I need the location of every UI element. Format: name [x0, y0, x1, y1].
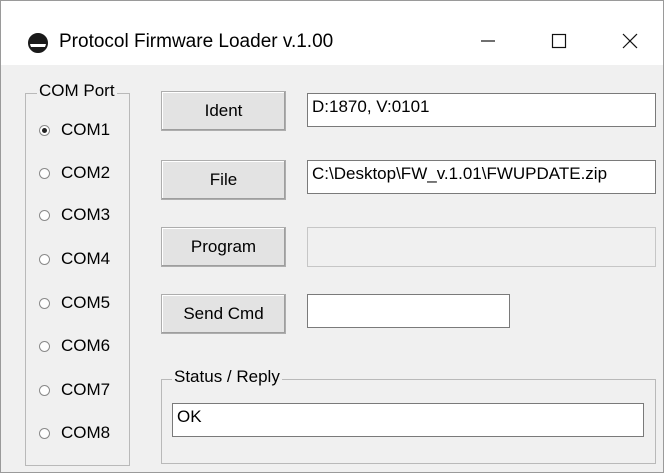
com-port-group [25, 93, 130, 466]
radio-button[interactable] [39, 427, 50, 439]
program-button[interactable]: Program [161, 227, 286, 267]
radio-button-selected[interactable] [39, 124, 50, 136]
status-reply-field[interactable]: OK [172, 403, 644, 437]
radio-label: COM1 [61, 120, 111, 139]
app-icon [28, 33, 48, 53]
ident-result-field[interactable]: D:1870, V:0101 [307, 93, 656, 127]
radio-label: COM4 [61, 249, 111, 268]
radio-button[interactable] [39, 340, 50, 352]
radio-label: COM6 [61, 336, 111, 355]
radio-com5[interactable]: COM5 [39, 291, 110, 315]
app-window: Protocol Firmware Loader v.1.00 COM Port… [0, 0, 664, 473]
program-progress-field [307, 227, 656, 267]
radio-label: COM2 [61, 163, 111, 182]
radio-button[interactable] [39, 209, 50, 221]
radio-label: COM8 [61, 423, 111, 442]
close-button[interactable] [609, 23, 651, 59]
file-button[interactable]: File [161, 160, 286, 200]
minimize-button[interactable] [467, 23, 509, 59]
radio-com6[interactable]: COM6 [39, 334, 110, 358]
radio-button[interactable] [39, 167, 50, 179]
ident-button[interactable]: Ident [161, 91, 286, 131]
close-icon [622, 33, 638, 49]
radio-button[interactable] [39, 297, 50, 309]
file-path-field[interactable]: C:\Desktop\FW_v.1.01\FWUPDATE.zip [307, 160, 656, 194]
window-title: Protocol Firmware Loader v.1.00 [59, 31, 334, 52]
send-cmd-button[interactable]: Send Cmd [161, 294, 286, 334]
maximize-icon [551, 33, 567, 49]
radio-label: COM5 [61, 293, 111, 312]
radio-button[interactable] [39, 253, 50, 265]
radio-com4[interactable]: COM4 [39, 247, 110, 271]
radio-label: COM3 [61, 205, 111, 224]
status-reply-legend: Status / Reply [172, 367, 282, 387]
radio-button[interactable] [39, 384, 50, 396]
title-bar[interactable]: Protocol Firmware Loader v.1.00 [1, 1, 663, 65]
minimize-icon [481, 40, 495, 42]
send-cmd-input[interactable] [307, 294, 510, 328]
radio-com2[interactable]: COM2 [39, 161, 110, 185]
radio-com3[interactable]: COM3 [39, 203, 110, 227]
com-port-legend: COM Port [37, 81, 117, 101]
radio-com1[interactable]: COM1 [39, 118, 110, 142]
radio-com7[interactable]: COM7 [39, 378, 110, 402]
maximize-button[interactable] [538, 23, 580, 59]
radio-com8[interactable]: COM8 [39, 421, 110, 445]
radio-label: COM7 [61, 380, 111, 399]
